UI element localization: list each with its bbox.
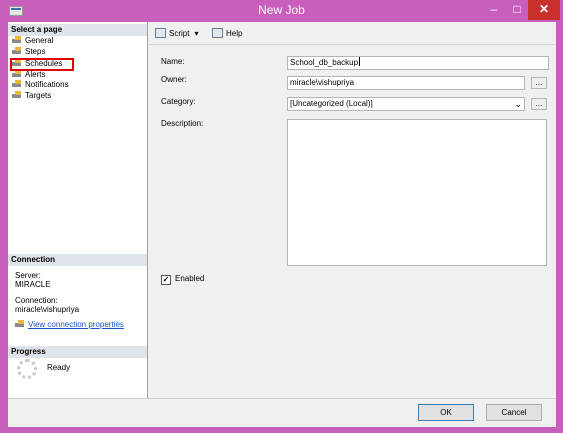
connection-heading: Connection — [8, 254, 147, 266]
owner-label: Owner: — [161, 75, 187, 84]
view-connection-link[interactable]: View connection properties — [28, 320, 124, 329]
ok-button[interactable]: OK — [418, 404, 474, 421]
highlight-box — [10, 58, 74, 71]
connection-properties-icon — [15, 320, 26, 328]
page-item-alerts[interactable]: Alerts — [12, 70, 45, 80]
script-dropdown-icon[interactable]: ▾ — [194, 29, 198, 38]
maximize-button[interactable]: □ — [506, 0, 528, 20]
right-pane: Script ▾ Help Name: School_db_backup Owne… — [149, 22, 556, 398]
help-icon — [212, 28, 223, 38]
title-bar[interactable]: New Job – □ ✕ — [0, 0, 563, 22]
category-browse-button[interactable]: ... — [531, 98, 547, 110]
server-value: MIRACLE — [15, 280, 51, 289]
page-item-notifications[interactable]: Notifications — [12, 80, 69, 90]
server-label: Server: — [15, 271, 41, 280]
page-icon — [12, 91, 23, 99]
page-item-targets[interactable]: Targets — [12, 91, 51, 101]
page-icon — [12, 47, 23, 55]
category-select[interactable]: [Uncategorized (Local)] ⌄ — [287, 97, 525, 111]
page-label: Targets — [25, 91, 52, 100]
left-pane: Select a page General Steps Schedules Al… — [8, 22, 148, 398]
script-icon — [155, 28, 166, 38]
dialog-client-area: Select a page General Steps Schedules Al… — [8, 22, 556, 427]
owner-browse-button[interactable]: ... — [531, 77, 547, 89]
enabled-checkbox[interactable]: ✓ — [161, 275, 171, 285]
page-icon — [12, 80, 23, 88]
connection-label: Connection: — [15, 296, 58, 305]
text-caret — [359, 57, 361, 66]
dialog-footer: OK Cancel — [8, 398, 556, 427]
category-select-value: [Uncategorized (Local)] — [290, 99, 373, 108]
select-page-heading: Select a page — [8, 24, 147, 36]
page-item-general[interactable]: General — [12, 36, 53, 46]
page-icon — [12, 70, 23, 78]
progress-status: Ready — [47, 363, 71, 372]
enabled-label: Enabled — [175, 274, 205, 283]
chevron-down-icon: ⌄ — [514, 99, 522, 109]
progress-heading: Progress — [8, 346, 147, 358]
view-connection-properties[interactable]: View connection properties — [15, 320, 124, 329]
progress-spinner-icon — [17, 359, 37, 379]
owner-input-value: miracle\vishupriya — [290, 78, 355, 87]
name-label: Name: — [161, 57, 185, 66]
script-label: Script — [169, 29, 190, 38]
page-label: Alerts — [25, 70, 46, 79]
page-label: Steps — [25, 47, 46, 56]
script-button[interactable]: Script ▾ — [155, 28, 198, 40]
name-input-value: School_db_backup — [290, 58, 359, 67]
help-button[interactable]: Help — [212, 28, 242, 40]
help-label: Help — [226, 29, 243, 38]
category-label: Category: — [161, 97, 196, 106]
page-icon — [12, 36, 23, 44]
window-title: New Job — [258, 3, 305, 17]
page-label: Notifications — [25, 80, 69, 89]
page-label: General — [25, 36, 54, 45]
minimize-button[interactable]: – — [482, 0, 506, 20]
new-job-window: New Job – □ ✕ Select a page General Step… — [0, 0, 563, 433]
description-label: Description: — [161, 119, 204, 128]
name-input[interactable]: School_db_backup — [287, 56, 549, 70]
cancel-button[interactable]: Cancel — [486, 404, 542, 421]
owner-input[interactable]: miracle\vishupriya — [287, 76, 525, 90]
description-textarea[interactable] — [287, 119, 547, 266]
page-item-steps[interactable]: Steps — [12, 47, 45, 57]
toolbar: Script ▾ Help — [149, 22, 556, 45]
close-button[interactable]: ✕ — [528, 0, 560, 20]
connection-value: miracle\vishupriya — [15, 305, 80, 314]
